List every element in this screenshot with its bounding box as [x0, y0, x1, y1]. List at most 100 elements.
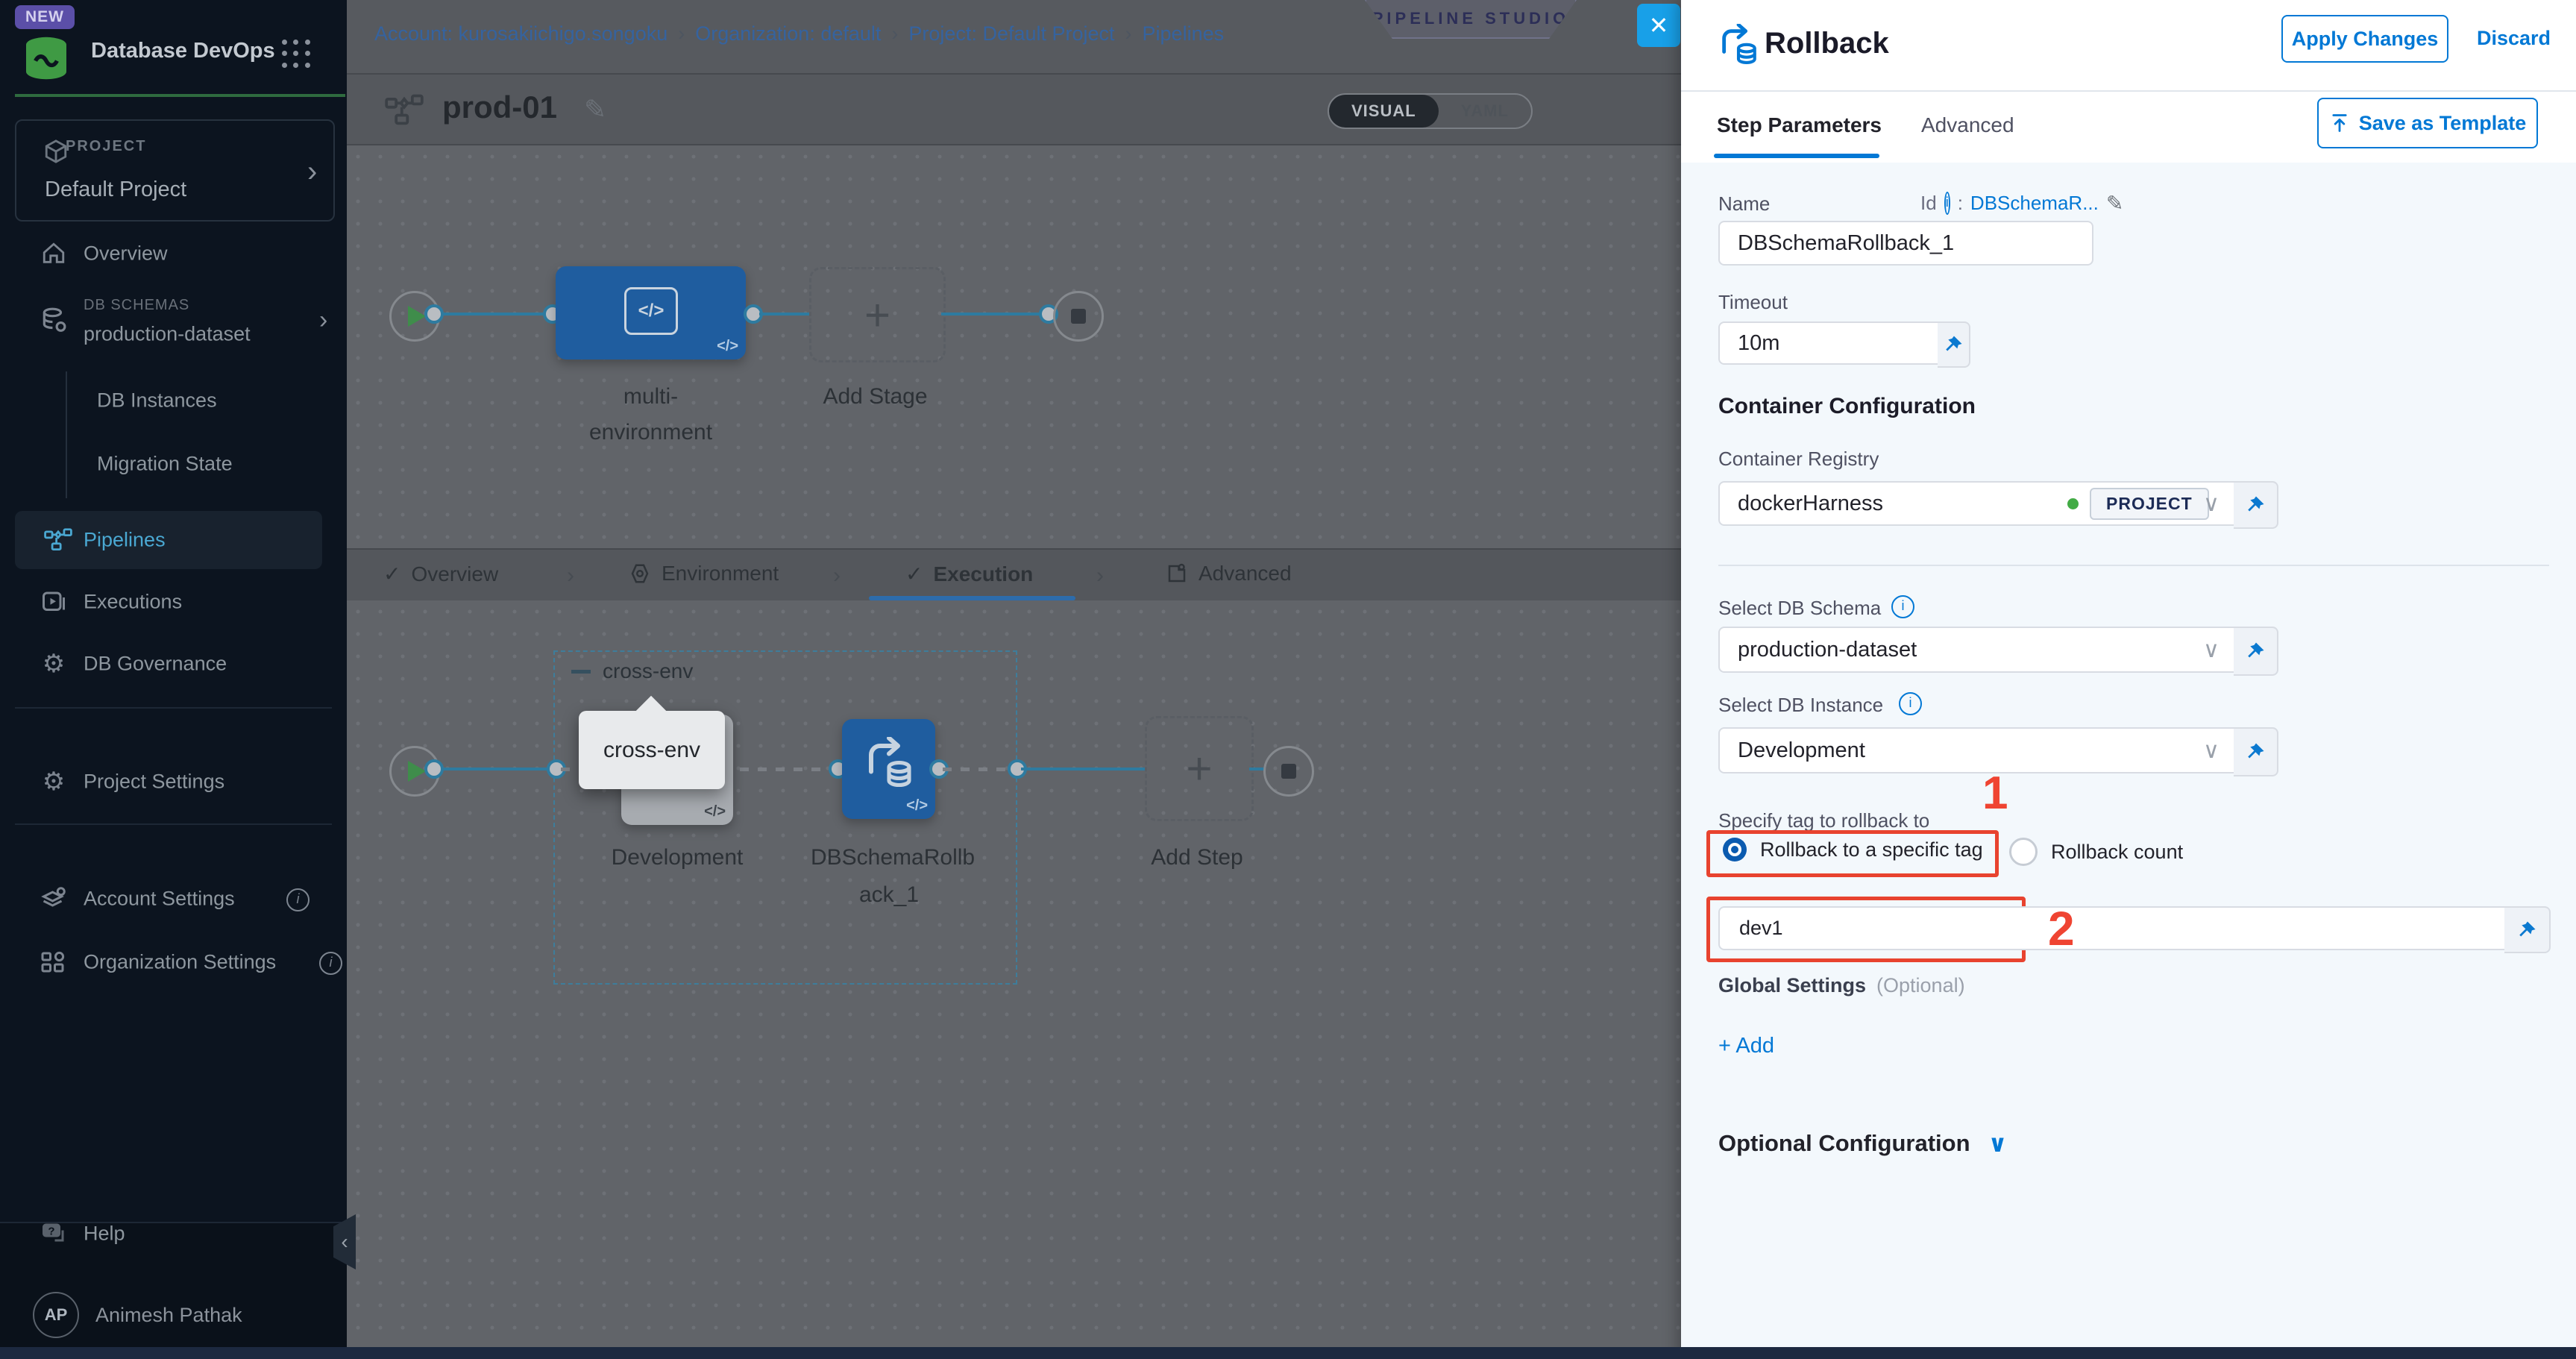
- node-port: [424, 759, 444, 779]
- project-chevron-icon: ›: [307, 157, 317, 186]
- sidebar-item-db-instances[interactable]: DB Instances: [0, 369, 347, 432]
- stop-icon: [1071, 309, 1086, 324]
- chevron-down-icon: ∨: [1988, 1129, 2008, 1158]
- schema-info-icon[interactable]: i: [1891, 595, 1914, 618]
- add-stage-button[interactable]: +: [809, 267, 946, 362]
- sidebar-item-organization-settings[interactable]: Organization Settings i: [0, 931, 347, 994]
- chevron-down-icon[interactable]: ∨: [2203, 738, 2220, 764]
- environment-icon: [629, 562, 651, 585]
- project-kicker: PROJECT: [66, 138, 146, 155]
- development-label: Development: [603, 845, 752, 870]
- check-icon: ✓: [383, 562, 400, 586]
- breadcrumb-org[interactable]: Organization: default: [695, 22, 881, 45]
- timeout-input[interactable]: 10m: [1718, 321, 1957, 365]
- connector-status-dot: [2067, 498, 2079, 509]
- visual-toggle[interactable]: VISUAL: [1329, 95, 1439, 128]
- yaml-toggle[interactable]: YAML: [1439, 95, 1531, 128]
- edit-pipeline-icon[interactable]: ✎: [584, 94, 606, 125]
- instance-label: Select DB Instance: [1718, 694, 1883, 717]
- tab-overview[interactable]: ✓ Overview: [383, 562, 498, 586]
- sidebar-item-db-governance[interactable]: ⚙ DB Governance: [0, 633, 347, 695]
- edit-id-icon[interactable]: ✎: [2106, 191, 2123, 216]
- breadcrumb-account[interactable]: Account: kurosakiichigo.songoku: [374, 22, 667, 45]
- apply-changes-button[interactable]: Apply Changes: [2281, 15, 2448, 63]
- instance-pin-addon[interactable]: [2234, 727, 2278, 776]
- step-id-value[interactable]: DBSchemaR...: [1970, 192, 2099, 215]
- radio-unselected-icon[interactable]: [2009, 838, 2038, 866]
- pipeline-name: prod-01: [442, 90, 557, 125]
- stop-icon: [1281, 764, 1296, 779]
- chevron-down-icon[interactable]: ∨: [2203, 637, 2220, 663]
- sidebar-item-migration-state[interactable]: Migration State: [0, 433, 347, 495]
- chevron-down-icon[interactable]: ∨: [2203, 491, 2220, 517]
- play-icon: [408, 306, 426, 327]
- tab-step-parameters[interactable]: Step Parameters: [1717, 113, 1882, 137]
- optional-configuration-toggle[interactable]: Optional Configuration ∨: [1718, 1129, 2008, 1158]
- sidebar-item-overview[interactable]: Overview: [0, 222, 347, 285]
- sidebar-item-pipelines[interactable]: Pipelines: [15, 511, 322, 569]
- radio-rollback-specific[interactable]: Rollback to a specific tag: [1723, 838, 1983, 861]
- scope-badge: PROJECT: [2090, 488, 2209, 520]
- panel-title: Rollback: [1765, 27, 1889, 60]
- project-name: Default Project: [45, 178, 186, 202]
- stage-node-multi-environment[interactable]: </> </>: [556, 266, 746, 360]
- breadcrumb-pipelines[interactable]: Pipelines: [1143, 22, 1225, 45]
- save-as-template-button[interactable]: Save as Template: [2317, 98, 2538, 148]
- group-label[interactable]: cross-env: [603, 659, 693, 683]
- tab-execution[interactable]: ✓ Execution: [905, 562, 1033, 586]
- radio-selected-icon[interactable]: [1723, 838, 1747, 861]
- add-global-setting-button[interactable]: + Add: [1718, 1034, 1774, 1058]
- instance-info-icon[interactable]: i: [1899, 692, 1922, 715]
- discard-button[interactable]: Discard: [2477, 27, 2551, 50]
- sidebar-item-help[interactable]: Help: [0, 1202, 347, 1265]
- registry-input[interactable]: dockerHarness PROJECT ∨: [1718, 481, 2253, 526]
- play-icon: [408, 761, 426, 782]
- check-icon: ✓: [905, 562, 923, 586]
- group-collapse-icon[interactable]: [571, 670, 591, 674]
- yaml-code-mark: </>: [704, 803, 726, 820]
- sidebar-item-db-schemas[interactable]: DB SCHEMAS production-dataset ›: [0, 283, 347, 358]
- close-drawer-button[interactable]: ✕: [1637, 4, 1680, 47]
- pipelines-icon: [43, 525, 73, 555]
- sidebar-item-executions[interactable]: Executions: [0, 571, 347, 633]
- global-settings-row: Global Settings (Optional): [1718, 974, 1965, 997]
- user-name[interactable]: Animesh Pathak: [95, 1304, 242, 1327]
- sidebar-divider-2: [15, 823, 332, 825]
- tab-environment[interactable]: Environment: [629, 562, 779, 586]
- rollback-step-panel: Rollback Apply Changes Discard Step Para…: [1681, 0, 2576, 1359]
- tag-input[interactable]: dev1: [1718, 906, 2525, 950]
- bottom-bar: [0, 1347, 2576, 1359]
- registry-pin-addon[interactable]: [2234, 481, 2278, 529]
- step-node-dbschemarollback[interactable]: </>: [842, 719, 935, 819]
- tab-advanced[interactable]: Advanced: [1166, 562, 1292, 586]
- schema-pin-addon[interactable]: [2234, 627, 2278, 676]
- radio-rollback-count[interactable]: Rollback count: [2009, 838, 2183, 866]
- project-cube-icon: [43, 139, 69, 164]
- sidebar-item-project-settings[interactable]: ⚙ Project Settings: [0, 750, 347, 813]
- tab-advanced[interactable]: Advanced: [1921, 113, 2014, 137]
- execution-canvas[interactable]: cross-env </> cross-env </>: [347, 600, 1681, 1347]
- add-step-label: Add Step: [1145, 845, 1249, 870]
- schema-select[interactable]: production-dataset ∨: [1718, 627, 2253, 673]
- active-ptab-underline: [1714, 154, 1879, 158]
- name-label: Name: [1718, 192, 1770, 216]
- home-icon: [39, 239, 69, 269]
- step-parameters-form: Name Id i : DBSchemaR... ✎ DBSchemaRollb…: [1681, 163, 2576, 1347]
- user-avatar[interactable]: AP: [33, 1292, 79, 1338]
- breadcrumb: Account: kurosakiichigo.songoku › Organi…: [374, 22, 1224, 45]
- account-info-icon[interactable]: i: [286, 888, 310, 911]
- stage-canvas[interactable]: </> </> + multi- environment Add Stage: [347, 145, 1681, 548]
- timeout-pin-addon[interactable]: [1938, 321, 1970, 368]
- pin-icon: [2246, 742, 2265, 762]
- add-step-button[interactable]: +: [1145, 716, 1254, 821]
- module-grid-icon[interactable]: [282, 40, 312, 69]
- pin-icon: [2517, 920, 2536, 940]
- org-info-icon[interactable]: i: [319, 952, 342, 975]
- project-selector[interactable]: ›: [15, 119, 335, 222]
- executions-icon: [39, 587, 69, 617]
- tag-pin-addon[interactable]: [2504, 906, 2551, 953]
- name-input[interactable]: DBSchemaRollback_1: [1718, 221, 2093, 266]
- breadcrumb-project[interactable]: Project: Default Project: [908, 22, 1114, 45]
- id-info-icon[interactable]: i: [1944, 192, 1950, 215]
- sidebar-item-account-settings[interactable]: Account Settings i: [0, 867, 347, 930]
